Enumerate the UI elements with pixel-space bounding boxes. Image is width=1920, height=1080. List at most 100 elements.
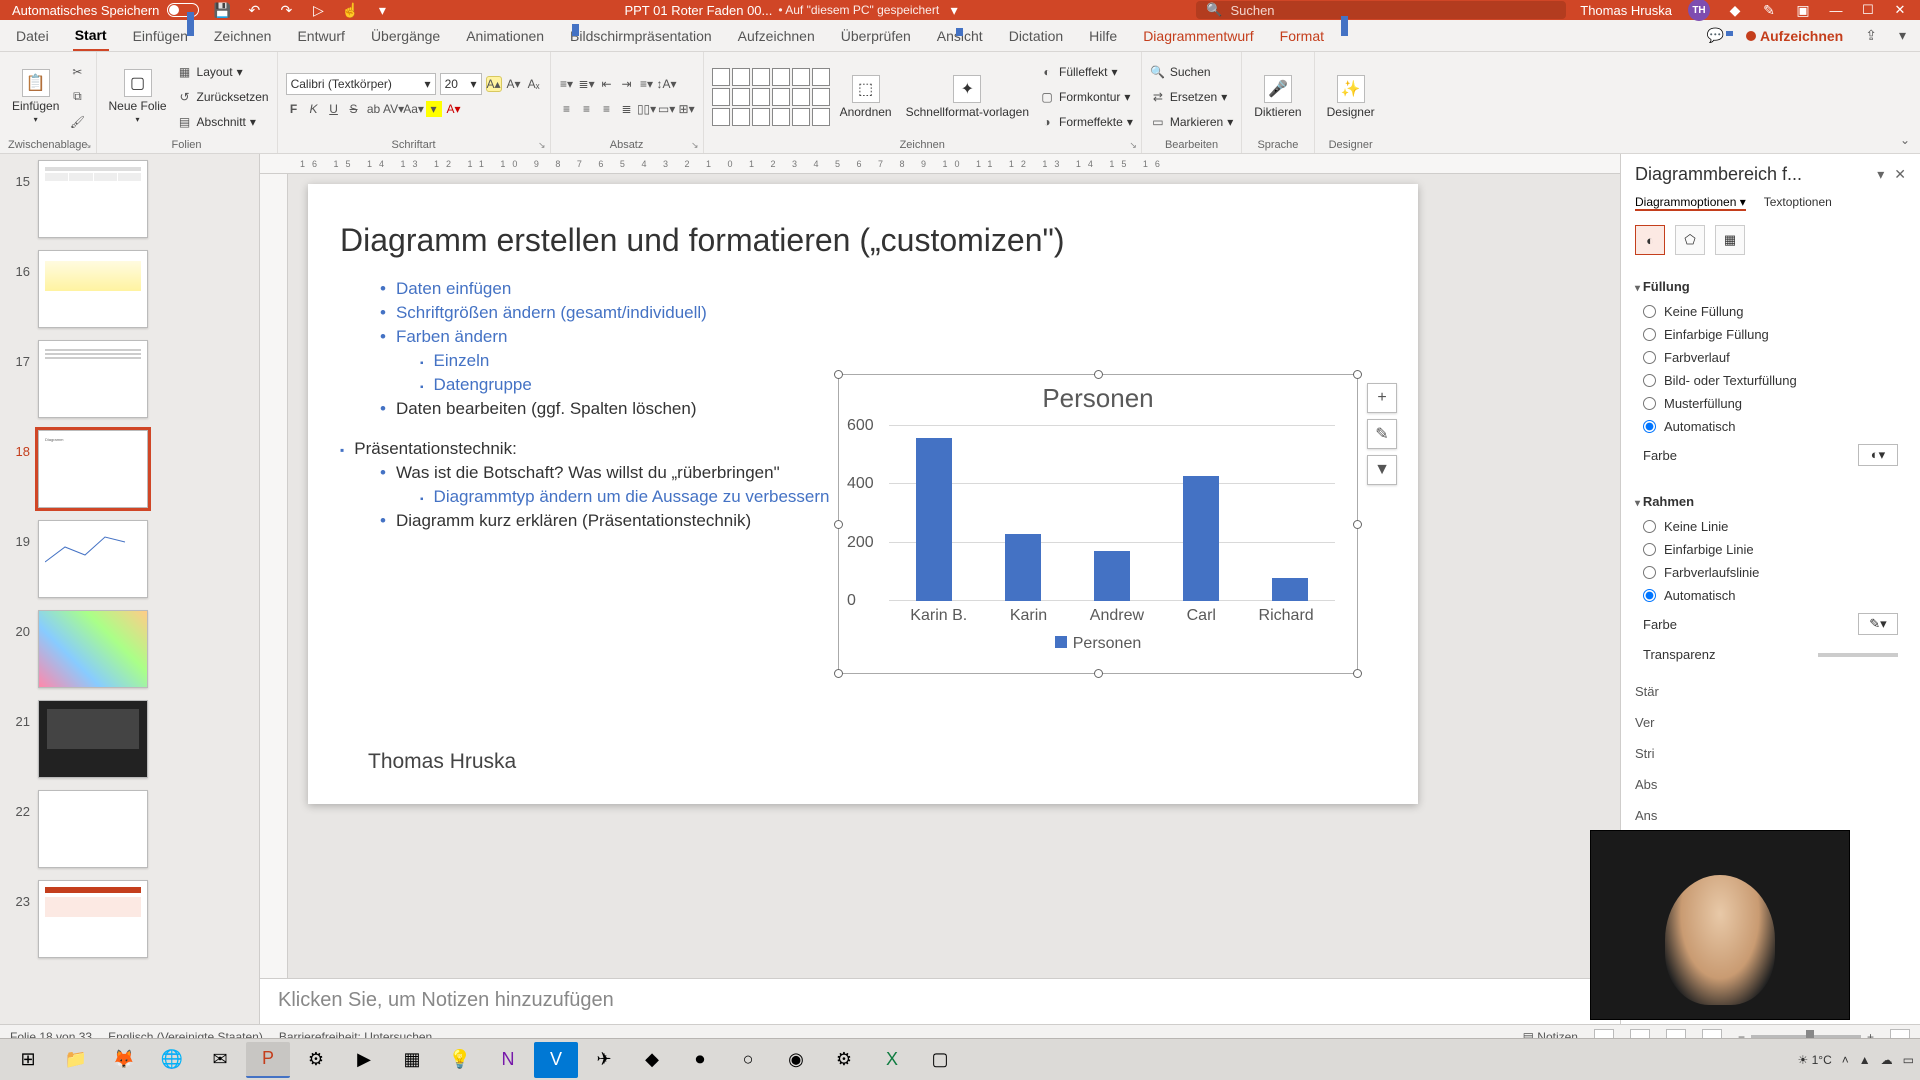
collapse-ribbon-icon[interactable]: ⌄ <box>1890 127 1920 153</box>
shape-fill-button[interactable]: ◐Fülleffekt ▾ <box>1039 61 1133 83</box>
border-color-button[interactable]: ✎▾ <box>1858 613 1898 635</box>
justify-icon[interactable]: ≣ <box>619 101 635 117</box>
case-icon[interactable]: Aa▾ <box>406 101 422 117</box>
section-button[interactable]: ▤Abschnitt ▾ <box>177 111 269 133</box>
resize-handle[interactable] <box>1094 669 1103 678</box>
fill-auto-radio[interactable]: Automatisch <box>1635 415 1906 438</box>
chart-bar[interactable] <box>1272 578 1308 601</box>
bullet-3a[interactable]: Einzeln <box>420 349 1386 373</box>
app-icon[interactable]: ◆ <box>630 1042 674 1078</box>
border-gradient-radio[interactable]: Farbverlaufslinie <box>1635 561 1906 584</box>
app-icon[interactable]: ◉ <box>774 1042 818 1078</box>
shapes-gallery[interactable] <box>712 68 830 126</box>
resize-handle[interactable] <box>834 669 843 678</box>
highlight-icon[interactable]: ▾ <box>426 101 442 117</box>
telegram-icon[interactable]: ✈ <box>582 1042 626 1078</box>
chart-options-tab[interactable]: Diagrammoptionen ▾ <box>1635 195 1746 211</box>
outlook-icon[interactable]: ✉ <box>198 1042 242 1078</box>
shadow-icon[interactable]: ab <box>366 101 382 117</box>
designer-button[interactable]: ✨Designer <box>1323 73 1379 121</box>
underline-button[interactable]: U <box>326 101 342 117</box>
explorer-icon[interactable]: 📁 <box>54 1042 98 1078</box>
app-icon[interactable]: 💡 <box>438 1042 482 1078</box>
dictate-button[interactable]: 🎤Diktieren <box>1250 73 1305 121</box>
font-launcher-icon[interactable]: ↘ <box>538 140 546 151</box>
fill-none-radio[interactable]: Keine Füllung <box>1635 300 1906 323</box>
cut-icon[interactable]: ✂ <box>69 64 85 80</box>
thumb-16[interactable]: 16 <box>10 250 249 328</box>
tray-icon[interactable]: ▲ <box>1859 1053 1871 1067</box>
border-section-header[interactable]: Rahmen <box>1635 488 1906 515</box>
chart-x-axis[interactable]: Karin B.KarinAndrewCarlRichard <box>889 607 1335 625</box>
border-auto-radio[interactable]: Automatisch <box>1635 584 1906 607</box>
chart-plot-area[interactable]: 0 200 400 600 <box>889 426 1335 601</box>
clear-format-icon[interactable]: Aₓ <box>526 76 542 92</box>
chart-bar[interactable] <box>1183 476 1219 601</box>
outdent-icon[interactable]: ⇤ <box>599 76 615 92</box>
notes-pane[interactable]: Klicken Sie, um Notizen hinzuzufügen <box>260 978 1620 1024</box>
bullet-1[interactable]: Daten einfügen <box>380 277 1386 301</box>
slide-canvas[interactable]: Diagramm erstellen und formatieren („cus… <box>288 174 1620 978</box>
align-right-icon[interactable]: ≡ <box>599 101 615 117</box>
slide-author[interactable]: Thomas Hruska <box>368 750 516 774</box>
reset-button[interactable]: ↺Zurücksetzen <box>177 86 269 108</box>
line-spacing-icon[interactable]: ≡▾ <box>639 76 655 92</box>
firefox-icon[interactable]: 🦊 <box>102 1042 146 1078</box>
shape-outline-button[interactable]: ▢Formkontur ▾ <box>1039 86 1133 108</box>
chart-bar[interactable] <box>1094 551 1130 601</box>
chart-legend[interactable]: Personen <box>839 635 1357 653</box>
font-size-combo[interactable]: 20▾ <box>440 73 482 95</box>
strike-button[interactable]: S <box>346 101 362 117</box>
font-name-combo[interactable]: Calibri (Textkörper)▾ <box>286 73 436 95</box>
paste-button[interactable]: 📋Einfügen▾ <box>8 67 63 126</box>
indent-icon[interactable]: ⇥ <box>619 76 635 92</box>
drawing-launcher-icon[interactable]: ↘ <box>1129 140 1137 151</box>
clipboard-launcher-icon[interactable]: ↘ <box>84 140 92 151</box>
chrome-icon[interactable]: 🌐 <box>150 1042 194 1078</box>
columns-icon[interactable]: ▯▯▾ <box>639 101 655 117</box>
start-button[interactable]: ⊞ <box>6 1042 50 1078</box>
thumb-15[interactable]: 15 <box>10 160 249 238</box>
bullets-icon[interactable]: ≡▾ <box>559 76 575 92</box>
thumb-18[interactable]: 18Diagramm <box>10 430 249 508</box>
vlc-icon[interactable]: ▶ <box>342 1042 386 1078</box>
weather-widget[interactable]: ☀ 1°C <box>1798 1053 1832 1067</box>
format-pane-dropdown-icon[interactable]: ▾ <box>1877 166 1884 183</box>
tray-chevron-icon[interactable]: ˄ <box>1842 1053 1849 1067</box>
bold-button[interactable]: F <box>286 101 302 117</box>
spacing-icon[interactable]: AV▾ <box>386 101 402 117</box>
system-tray[interactable]: ☀ 1°C ˄ ▲ ☁ ▭ <box>1798 1053 1914 1067</box>
chart-object[interactable]: + ✎ ▼ Personen 0 200 400 600 Karin B.K <box>838 374 1358 674</box>
resize-handle[interactable] <box>1353 520 1362 529</box>
border-none-radio[interactable]: Keine Linie <box>1635 515 1906 538</box>
app-icon[interactable]: ⚙ <box>294 1042 338 1078</box>
resize-handle[interactable] <box>834 520 843 529</box>
app-icon[interactable]: ▢ <box>918 1042 962 1078</box>
powerpoint-icon[interactable]: P <box>246 1042 290 1078</box>
excel-icon[interactable]: X <box>870 1042 914 1078</box>
quick-styles-button[interactable]: ✦Schnellformat-vorlagen <box>902 73 1033 121</box>
fill-line-icon[interactable]: ◐ <box>1635 225 1665 255</box>
app-icon[interactable]: ○ <box>726 1042 770 1078</box>
paragraph-launcher-icon[interactable]: ↘ <box>691 140 699 151</box>
align-left-icon[interactable]: ≡ <box>559 101 575 117</box>
chart-styles-button[interactable]: ✎ <box>1367 419 1397 449</box>
text-direction-icon[interactable]: ↕A▾ <box>659 76 675 92</box>
obs-icon[interactable]: ⏺ <box>678 1042 722 1078</box>
thumb-20[interactable]: 20 <box>10 610 249 688</box>
chart-bar[interactable] <box>1005 534 1041 601</box>
replace-button[interactable]: ⇄Ersetzen ▾ <box>1150 86 1233 108</box>
effects-icon[interactable]: ⬠ <box>1675 225 1705 255</box>
chart-elements-button[interactable]: + <box>1367 383 1397 413</box>
copy-icon[interactable]: ⧉ <box>69 89 85 105</box>
layout-button[interactable]: ▦Layout ▾ <box>177 61 269 83</box>
format-painter-icon[interactable]: 🖌 <box>69 114 85 130</box>
italic-button[interactable]: K <box>306 101 322 117</box>
fill-color-button[interactable]: ◐▾ <box>1858 444 1898 466</box>
thumb-19[interactable]: 19 <box>10 520 249 598</box>
slide-title[interactable]: Diagramm erstellen und formatieren („cus… <box>340 222 1386 259</box>
app-icon[interactable]: ▦ <box>390 1042 434 1078</box>
text-options-tab[interactable]: Textoptionen <box>1764 195 1832 211</box>
arrange-button[interactable]: ⬚Anordnen <box>836 73 896 121</box>
font-color-icon[interactable]: A▾ <box>446 101 462 117</box>
